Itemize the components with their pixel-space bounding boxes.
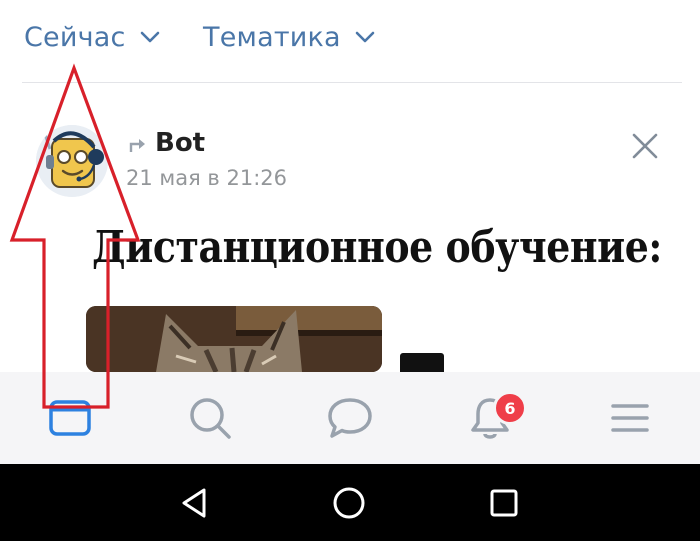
avatar[interactable]: [36, 125, 108, 197]
post-author[interactable]: Bot: [155, 128, 205, 158]
filter-now-label: Сейчас: [24, 21, 126, 53]
recents-button[interactable]: [464, 464, 544, 541]
back-icon: [182, 488, 206, 517]
nav-menu-button[interactable]: [590, 372, 670, 464]
filter-topics-dropdown[interactable]: Тематика: [203, 18, 375, 56]
chevron-down-icon: [140, 31, 159, 43]
post-date[interactable]: 21 мая в 21:26: [126, 166, 287, 190]
filter-now-dropdown[interactable]: Сейчас: [24, 18, 160, 56]
newsfeed-icon: [49, 400, 91, 436]
post-text-fragment: [400, 353, 444, 373]
header-divider: [22, 82, 682, 83]
nav-news-button[interactable]: [30, 372, 110, 464]
chevron-down-icon: [355, 31, 375, 43]
search-icon: [190, 398, 231, 439]
close-button[interactable]: [624, 125, 666, 167]
back-button[interactable]: [154, 464, 234, 541]
robot-avatar-icon: [36, 125, 108, 197]
nav-messages-button[interactable]: [310, 372, 390, 464]
notification-badge: 6: [493, 391, 527, 425]
home-button[interactable]: [309, 464, 389, 541]
menu-icon: [611, 404, 649, 432]
nav-search-button[interactable]: [170, 372, 250, 464]
filter-topics-label: Тематика: [203, 21, 341, 53]
bottom-nav: [0, 372, 700, 464]
recents-icon: [490, 489, 518, 516]
messages-icon: [328, 398, 372, 438]
post-text: Дистанционное обучение:: [92, 222, 662, 273]
home-icon: [333, 487, 365, 518]
post-image-cat[interactable]: [86, 306, 382, 372]
repost-icon: [128, 136, 148, 158]
close-icon: [632, 133, 658, 159]
